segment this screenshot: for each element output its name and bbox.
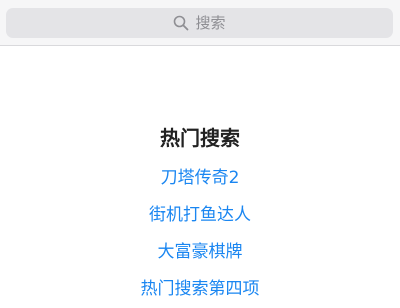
- hot-search-item[interactable]: 大富豪棋牌: [0, 234, 400, 271]
- search-placeholder: 搜索: [195, 14, 226, 32]
- hot-search-item[interactable]: 街机打鱼达人: [0, 197, 400, 234]
- hot-search-section: 热门搜索 刀塔传奇2 街机打鱼达人 大富豪棋牌 热门搜索第四项: [0, 118, 400, 308]
- search-header: 搜索: [0, 0, 400, 46]
- hot-search-item[interactable]: 刀塔传奇2: [0, 160, 400, 197]
- search-icon: [173, 15, 189, 31]
- hot-search-list: 刀塔传奇2 街机打鱼达人 大富豪棋牌 热门搜索第四项: [0, 160, 400, 308]
- hot-search-title: 热门搜索: [160, 126, 240, 150]
- hot-search-item[interactable]: 热门搜索第四项: [0, 271, 400, 308]
- search-bar[interactable]: 搜索: [6, 8, 393, 38]
